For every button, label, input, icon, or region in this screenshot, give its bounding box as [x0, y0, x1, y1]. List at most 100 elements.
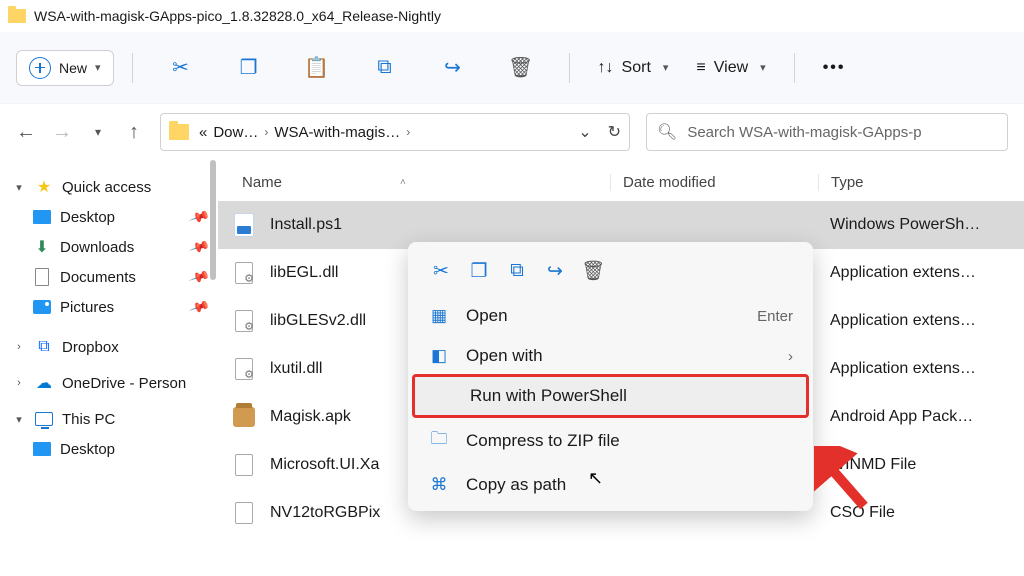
share-icon[interactable]: ↪	[538, 254, 572, 288]
copy-icon[interactable]: ❐	[462, 254, 496, 288]
file-type: Application extens…	[818, 360, 1024, 378]
sidebar-item-label: Dropbox	[62, 339, 119, 356]
chevron-down-icon[interactable]: ▾	[12, 181, 26, 194]
navrow: ← → ▾ ↑ « Dow… › WSA-with-magis… › ⌄ ↻ 🔍…	[0, 104, 1024, 160]
menu-label: Compress to ZIP file	[466, 431, 620, 451]
sidebar-item-dropbox[interactable]: › ⧉ Dropbox	[4, 332, 218, 362]
breadcrumb-ellipsis[interactable]: «	[199, 124, 207, 141]
menu-label: Open	[466, 306, 508, 326]
file-type: WINMD File	[818, 456, 1024, 474]
rename-icon[interactable]: ⧉	[373, 56, 397, 80]
breadcrumb[interactable]: « Dow… › WSA-with-magis… › ⌄ ↻	[160, 113, 630, 151]
toolbar: New ▾ ✂ ❐ 📋 ⧉ ↪ 🗑 ↑↓ Sort ▾ ≡ View ▾ •••	[0, 32, 1024, 104]
context-menu-run-powershell[interactable]: Run with PowerShell	[414, 376, 807, 416]
file-icon	[235, 502, 253, 524]
cut-icon[interactable]: ✂	[169, 56, 193, 80]
paste-icon[interactable]: 📋	[305, 56, 329, 80]
sidebar-item-label: This PC	[62, 411, 115, 428]
zip-icon: 🗀	[428, 426, 450, 455]
folder-icon	[8, 9, 26, 23]
chevron-down-icon[interactable]: ▾	[12, 413, 26, 426]
back-button[interactable]: ←	[16, 121, 36, 144]
sort-icon: ↑↓	[598, 59, 614, 77]
menu-hint: Enter	[757, 308, 793, 325]
menu-label: Copy as path	[466, 475, 566, 495]
scrollbar[interactable]	[208, 160, 218, 576]
view-icon: ≡	[696, 59, 705, 77]
sidebar-item-quick-access[interactable]: ▾ ★ Quick access	[4, 172, 218, 202]
chevron-down-icon[interactable]: ⌄	[578, 122, 591, 142]
column-date[interactable]: Date modified	[610, 174, 818, 191]
file-type: Application extens…	[818, 264, 1024, 282]
delete-icon[interactable]: 🗑	[509, 56, 533, 80]
column-label: Type	[831, 174, 864, 191]
sidebar-item-downloads[interactable]: ⬇ Downloads 📌	[4, 232, 218, 262]
breadcrumb-seg[interactable]: WSA-with-magis…	[274, 124, 400, 141]
sort-up-icon: ˄	[400, 177, 406, 188]
chevron-right-icon: ›	[264, 125, 268, 139]
file-type: Application extens…	[818, 312, 1024, 330]
open-icon: ▦	[428, 306, 450, 326]
column-type[interactable]: Type	[818, 174, 1024, 191]
new-button[interactable]: New ▾	[16, 50, 114, 86]
download-icon: ⬇	[32, 238, 52, 256]
sidebar-item-desktop[interactable]: Desktop 📌	[4, 202, 218, 232]
menu-label: Run with PowerShell	[470, 386, 627, 406]
refresh-icon[interactable]: ↻	[608, 122, 621, 142]
pictures-icon	[33, 300, 51, 314]
context-menu: ✂ ❐ ⧉ ↪ 🗑 ▦ Open Enter ◧ Open with › Run…	[408, 242, 813, 511]
sidebar-item-onedrive[interactable]: › ☁ OneDrive - Person	[4, 368, 218, 398]
chevron-down-icon: ▾	[663, 61, 669, 74]
context-menu-compress-zip[interactable]: 🗀 Compress to ZIP file	[414, 416, 807, 465]
context-menu-copy-path[interactable]: ⌘ Copy as path	[414, 465, 807, 505]
folder-icon	[169, 124, 189, 140]
context-menu-open-with[interactable]: ◧ Open with ›	[414, 336, 807, 376]
view-button[interactable]: ≡ View ▾	[696, 59, 765, 77]
pc-icon	[35, 412, 53, 426]
search-placeholder: Search WSA-with-magisk-GApps-p	[687, 124, 921, 141]
rename-icon[interactable]: ⧉	[500, 254, 534, 288]
column-name[interactable]: Name ˄	[242, 174, 610, 191]
search-input[interactable]: 🔍︎ Search WSA-with-magisk-GApps-p	[646, 113, 1008, 151]
star-icon: ★	[34, 178, 54, 196]
more-button[interactable]: •••	[823, 59, 846, 77]
chevron-down-icon[interactable]: ▾	[88, 125, 108, 139]
scrollbar-thumb[interactable]	[210, 160, 216, 280]
window-title: WSA-with-magisk-GApps-pico_1.8.32828.0_x…	[34, 8, 441, 24]
sidebar-item-label: Documents	[60, 269, 136, 286]
sidebar-item-label: OneDrive - Person	[62, 375, 186, 392]
chevron-right-icon: ›	[788, 348, 793, 365]
breadcrumb-seg[interactable]: Dow…	[213, 124, 258, 141]
sidebar-item-documents[interactable]: Documents 📌	[4, 262, 218, 292]
cut-icon[interactable]: ✂	[424, 254, 458, 288]
sidebar: ▾ ★ Quick access Desktop 📌 ⬇ Downloads 📌…	[0, 160, 218, 576]
chevron-down-icon: ▾	[95, 61, 101, 74]
separator	[794, 53, 795, 83]
cloud-icon: ☁	[34, 374, 54, 392]
chevron-right-icon[interactable]: ›	[12, 341, 26, 353]
new-label: New	[59, 60, 87, 76]
sidebar-item-label: Downloads	[60, 239, 134, 256]
chevron-right-icon[interactable]: ›	[12, 377, 26, 389]
column-headers: Name ˄ Date modified Type	[218, 160, 1024, 201]
dll-file-icon	[235, 262, 253, 284]
sidebar-item-desktop-pc[interactable]: Desktop	[4, 434, 218, 464]
delete-icon[interactable]: 🗑	[576, 254, 610, 288]
dll-file-icon	[235, 358, 253, 380]
sidebar-item-label: Pictures	[60, 299, 114, 316]
separator	[569, 53, 570, 83]
sidebar-item-pictures[interactable]: Pictures 📌	[4, 292, 218, 322]
chevron-down-icon: ▾	[760, 61, 766, 74]
sidebar-item-this-pc[interactable]: ▾ This PC	[4, 404, 218, 434]
separator	[132, 53, 133, 83]
file-type: CSO File	[818, 504, 1024, 522]
copy-icon[interactable]: ❐	[237, 56, 261, 80]
sort-button[interactable]: ↑↓ Sort ▾	[598, 59, 669, 77]
up-button[interactable]: ↑	[124, 121, 144, 144]
forward-button[interactable]: →	[52, 121, 72, 144]
sidebar-item-label: Desktop	[60, 209, 115, 226]
search-icon: 🔍︎	[657, 122, 677, 142]
share-icon[interactable]: ↪	[441, 56, 465, 80]
context-menu-open[interactable]: ▦ Open Enter	[414, 296, 807, 336]
sidebar-item-label: Quick access	[62, 179, 151, 196]
